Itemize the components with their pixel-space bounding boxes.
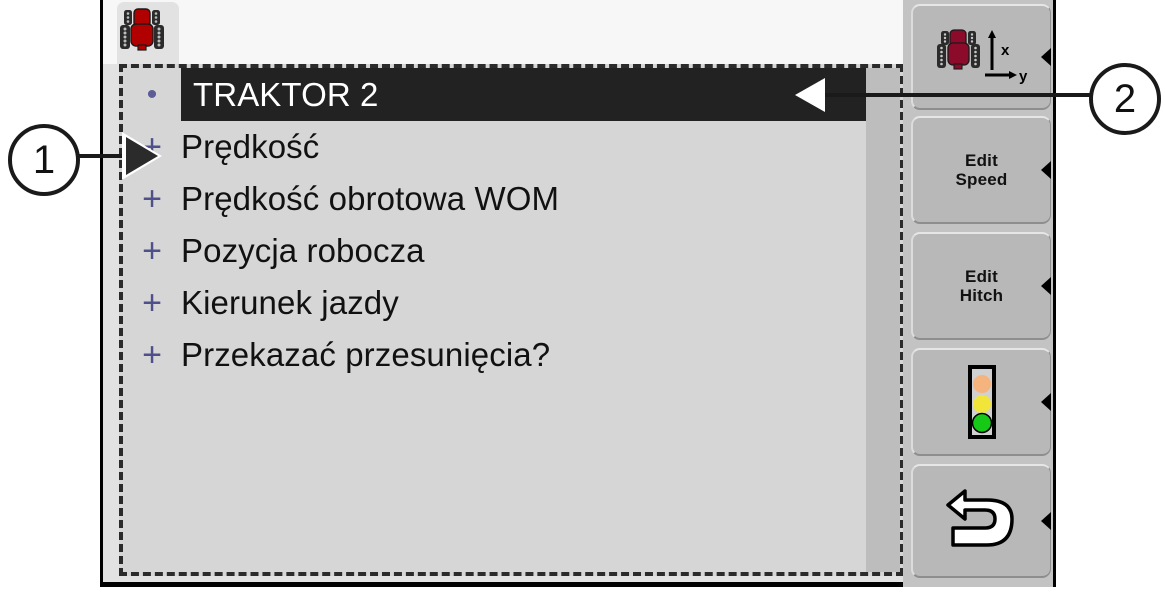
expand-plus-icon[interactable]: + — [123, 182, 181, 216]
edit-speed-line1: Edit — [965, 150, 998, 170]
expand-plus-icon[interactable]: + — [123, 234, 181, 268]
edit-hitch-key[interactable]: Edit Hitch — [911, 232, 1051, 340]
list-item[interactable]: + Przekazać przesunięcia? — [123, 329, 866, 381]
callout-2-arrowhead — [795, 78, 825, 112]
list-item[interactable]: + Prędkość — [123, 121, 866, 173]
screenshot-root: • TRAKTOR 2 + Prędkość + Prędkość obroto… — [0, 0, 1165, 592]
content-area-highlight: • TRAKTOR 2 + Prędkość + Prędkość obroto… — [119, 64, 904, 576]
callout-2-number: 2 — [1113, 76, 1137, 121]
edit-speed-label: Edit Speed — [955, 151, 1007, 189]
terminal-screen: • TRAKTOR 2 + Prędkość + Prędkość obroto… — [100, 0, 1056, 587]
softkey-notch-icon — [1041, 512, 1051, 530]
edit-hitch-line1: Edit — [965, 266, 998, 286]
back-arrow-icon — [945, 489, 1014, 547]
softkey-notch-icon — [1041, 277, 1051, 295]
list-item-label: Pozycja robocza — [181, 232, 425, 269]
list-item-label: Przekazać przesunięcia? — [181, 336, 551, 373]
edit-hitch-label: Edit Hitch — [960, 267, 1004, 305]
scrollbar-track[interactable] — [866, 68, 900, 572]
list-item-label-wrap: TRAKTOR 2 — [181, 68, 866, 121]
status-traffic-light-key[interactable] — [911, 348, 1051, 456]
callout-1-arrowhead — [126, 137, 158, 175]
tractor-icon — [120, 8, 164, 51]
expand-plus-icon[interactable]: + — [123, 338, 181, 372]
svg-text:x: x — [1001, 42, 1010, 59]
softkey-notch-icon — [1041, 393, 1051, 411]
edit-speed-key[interactable]: Edit Speed — [911, 116, 1051, 224]
tab-strip — [103, 0, 909, 64]
list-item[interactable]: • TRAKTOR 2 — [123, 68, 866, 121]
tractor-xy-icon: x y — [936, 29, 1028, 85]
back-key[interactable] — [911, 464, 1051, 578]
bullet-icon: • — [146, 77, 158, 111]
callout-2-leader — [808, 93, 1091, 97]
edit-hitch-line2: Hitch — [959, 286, 1004, 305]
callout-1: 1 — [8, 124, 80, 196]
list-item[interactable]: + Pozycja robocza — [123, 225, 866, 277]
list-item[interactable]: + Prędkość obrotowa WOM — [123, 173, 866, 225]
svg-text:y: y — [1019, 68, 1028, 85]
list-item-label: Prędkość obrotowa WOM — [181, 180, 560, 217]
callout-1-number: 1 — [32, 137, 56, 182]
edit-speed-line2: Speed — [955, 170, 1008, 189]
callout-2: 2 — [1089, 63, 1161, 135]
softkey-notch-icon — [1041, 48, 1051, 66]
list-item-label: Kierunek jazdy — [181, 284, 399, 321]
list-item[interactable]: + Kierunek jazdy — [123, 277, 866, 329]
expand-plus-icon[interactable]: + — [123, 286, 181, 320]
traffic-light-icon — [967, 365, 996, 439]
list-item-label: TRAKTOR 2 — [181, 68, 866, 121]
list-item-label: Prędkość — [181, 128, 320, 165]
tractor-settings-list: • TRAKTOR 2 + Prędkość + Prędkość obroto… — [123, 68, 866, 572]
softkey-notch-icon — [1041, 161, 1051, 179]
softkey-sidebar: x y Edit Speed Edit Hitch — [903, 0, 1053, 587]
